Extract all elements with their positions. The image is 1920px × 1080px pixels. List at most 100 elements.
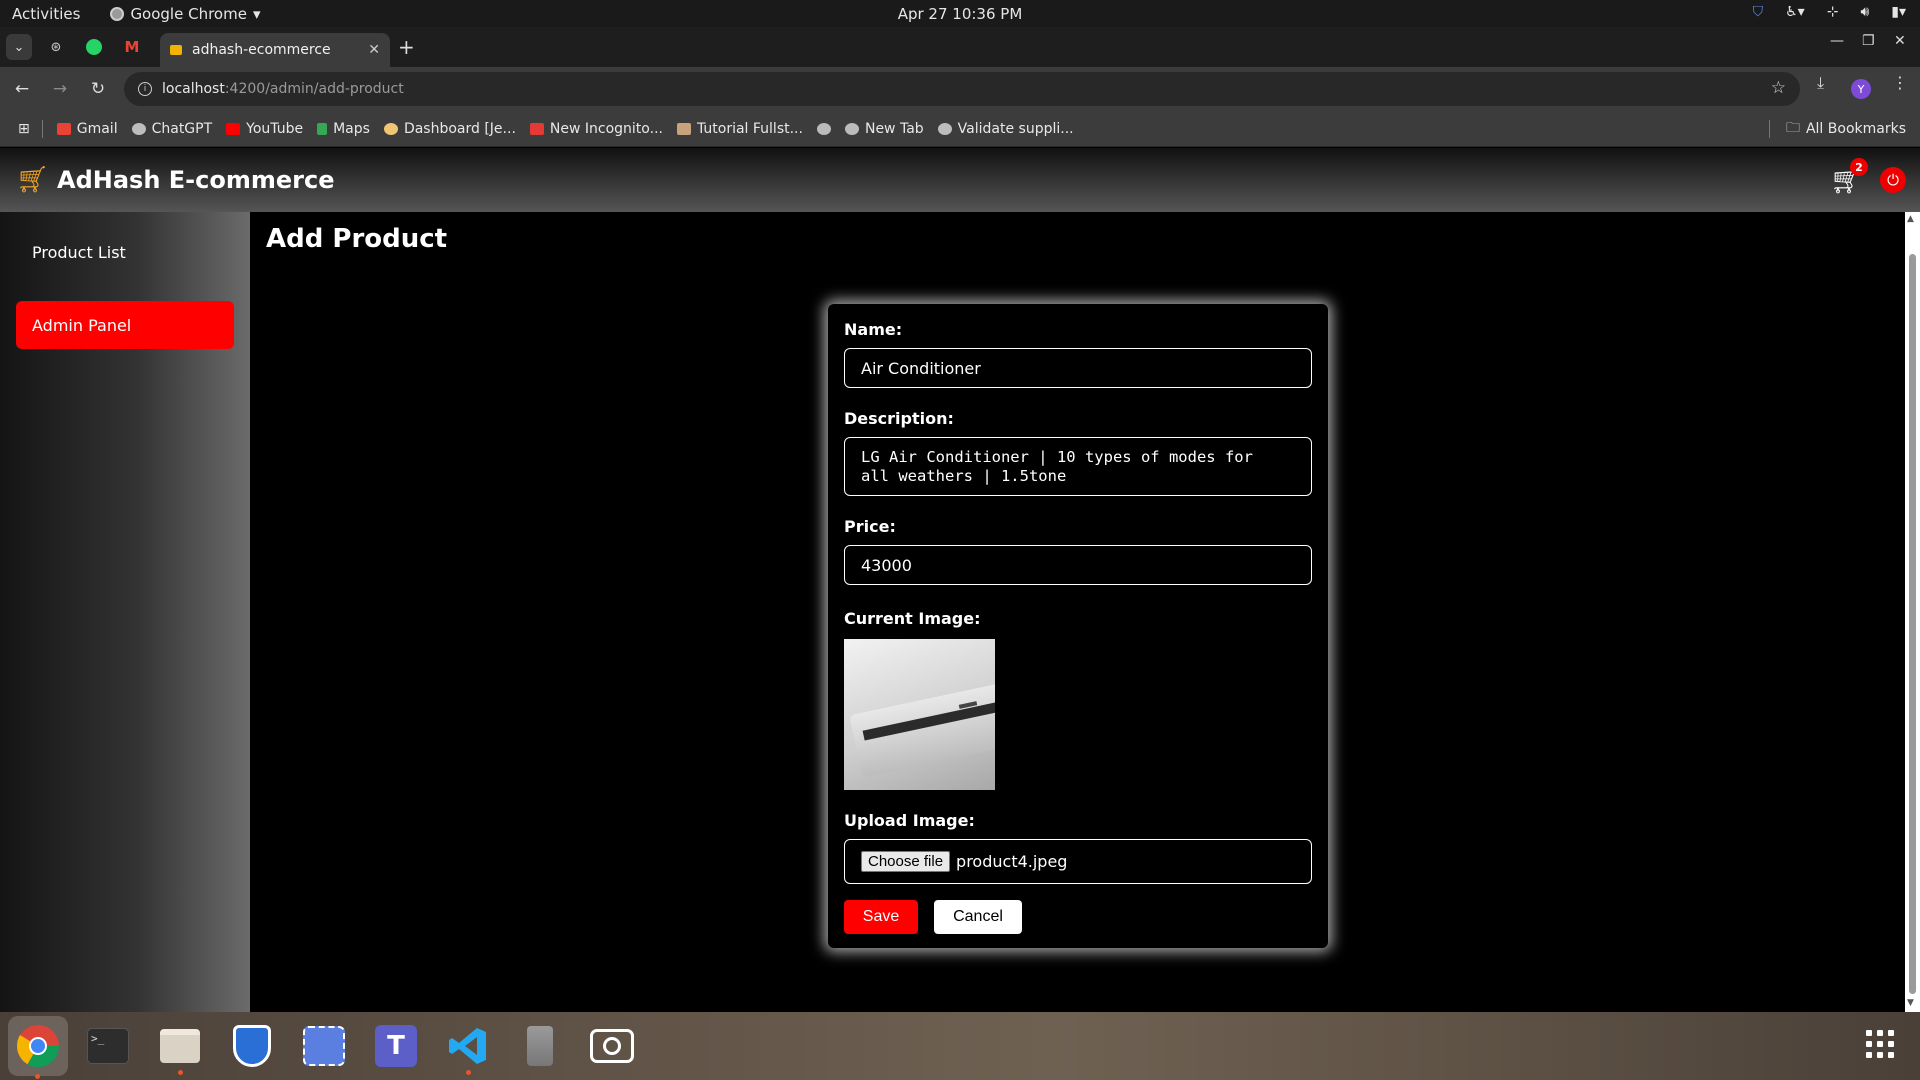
close-tab-icon[interactable]: ✕ xyxy=(368,42,380,58)
price-label: Price: xyxy=(844,517,896,536)
site-info-icon[interactable]: i xyxy=(138,82,152,96)
app-header: 🛒︎ AdHash E-commerce 🛒︎ xyxy=(0,148,1920,212)
bookmark-gmail[interactable]: Gmail xyxy=(56,121,118,137)
vscode-icon xyxy=(449,1028,486,1064)
chrome-icon xyxy=(16,1025,60,1068)
name-label: Name: xyxy=(844,320,903,339)
dock-vscode[interactable] xyxy=(442,1020,494,1075)
address-bar[interactable]: i localhost:4200/admin/add-product ☆ xyxy=(124,72,1800,106)
downloads-icon[interactable]: ⤓ xyxy=(1817,73,1824,93)
tab-favicon xyxy=(170,45,182,55)
scroll-up-icon[interactable]: ▲ xyxy=(1907,214,1914,224)
device-icon xyxy=(527,1026,553,1066)
dock-camera[interactable] xyxy=(586,1020,638,1072)
add-product-form: Name: Air Conditioner Description: LG Ai… xyxy=(828,304,1328,948)
save-button[interactable]: Save xyxy=(844,900,918,934)
sidebar-item-product-list[interactable]: Product List xyxy=(16,228,234,276)
whatsapp-icon xyxy=(86,39,102,55)
bookmark-maps[interactable]: Maps xyxy=(317,121,370,137)
show-apps-icon[interactable] xyxy=(1866,1030,1894,1058)
dock-device[interactable] xyxy=(514,1020,566,1072)
chrome-menu-icon[interactable]: ⋮ xyxy=(1892,73,1908,92)
system-top-bar: Activities Google Chrome ▾ Apr 27 10:36 … xyxy=(0,0,1920,27)
tab-search-button[interactable]: ⌄ xyxy=(6,34,32,60)
main-content: Add Product Name: Air Conditioner Descri… xyxy=(250,212,1905,1012)
pinned-tab-gmail[interactable]: M xyxy=(118,33,146,61)
bookmark-new-incognito[interactable]: New Incognito... xyxy=(529,121,663,137)
tab-title: adhash-ecommerce xyxy=(192,42,331,58)
dock-chrome[interactable] xyxy=(8,1016,68,1079)
files-icon xyxy=(160,1029,200,1063)
pinned-tab-whatsapp[interactable] xyxy=(80,33,108,61)
bookmark-validate[interactable]: Validate suppli... xyxy=(937,121,1074,137)
activities-button[interactable]: Activities xyxy=(12,5,80,23)
dock-terminal[interactable]: >_ xyxy=(82,1020,134,1072)
sidebar-item-admin-panel[interactable]: Admin Panel xyxy=(16,301,234,349)
folder-icon: 🗀 xyxy=(1785,119,1800,136)
bookmark-tutorial[interactable]: Tutorial Fullst... xyxy=(676,121,803,137)
choose-file-button[interactable]: Choose file xyxy=(861,851,951,872)
bookmark-globe[interactable] xyxy=(816,122,831,135)
price-field[interactable]: 43000 xyxy=(844,545,1312,585)
globe-icon xyxy=(844,122,859,135)
accessibility-icon[interactable]: ♿▾ xyxy=(1785,4,1805,20)
file-upload-field[interactable]: Choose file product4.jpeg xyxy=(844,839,1312,884)
dock-teams[interactable]: T xyxy=(370,1020,422,1072)
bookmark-youtube[interactable]: YouTube xyxy=(226,121,303,137)
dock-screenshot-tool[interactable] xyxy=(298,1020,350,1072)
bookmark-new-tab[interactable]: New Tab xyxy=(844,121,924,137)
form-actions: Save Cancel xyxy=(844,900,1312,934)
bookmark-star-icon[interactable]: ☆ xyxy=(1771,78,1786,98)
chatgpt-icon xyxy=(131,122,146,135)
name-field[interactable]: Air Conditioner xyxy=(844,348,1312,388)
profile-avatar[interactable]: Y xyxy=(1851,79,1871,99)
scrollbar-thumb[interactable] xyxy=(1909,254,1916,994)
gmail-icon xyxy=(56,122,71,135)
bookmark-chatgpt[interactable]: ChatGPT xyxy=(131,121,212,137)
url-host: localhost xyxy=(162,81,225,97)
shield-tray-icon[interactable]: ⛉ xyxy=(1753,4,1764,20)
chrome-small-icon xyxy=(110,6,125,21)
running-indicator xyxy=(466,1070,471,1075)
chatgpt-icon xyxy=(937,122,952,135)
description-field[interactable]: LG Air Conditioner | 10 types of modes f… xyxy=(844,437,1312,496)
maps-icon xyxy=(317,122,328,135)
battery-icon[interactable]: ▮▾ xyxy=(1891,4,1906,20)
dock-bitwarden[interactable] xyxy=(226,1020,278,1072)
running-indicator xyxy=(35,1074,40,1079)
restore-button[interactable]: ❐ xyxy=(1862,33,1875,49)
network-icon[interactable]: ⊹ xyxy=(1827,4,1839,20)
clock[interactable]: Apr 27 10:36 PM xyxy=(0,5,1920,23)
shopping-cart-logo-icon: 🛒︎ xyxy=(16,165,50,195)
logout-icon[interactable]: ⏻ xyxy=(1880,167,1906,193)
scroll-down-icon[interactable]: ▼ xyxy=(1907,998,1914,1008)
volume-icon[interactable]: 🔊︎ xyxy=(1860,4,1869,20)
close-window-button[interactable]: ✕ xyxy=(1894,33,1906,49)
new-tab-button[interactable]: + xyxy=(398,35,415,59)
forward-button[interactable]: → xyxy=(44,73,76,105)
tutorial-icon xyxy=(676,122,691,135)
tab-strip: ⌄ ⊛ M adhash-ecommerce ✕ + — ❐ ✕ xyxy=(0,27,1920,67)
app-menu[interactable]: Google Chrome ▾ xyxy=(110,5,260,23)
youtube-icon xyxy=(226,122,241,135)
all-bookmarks-button[interactable]: 🗀 All Bookmarks xyxy=(1768,117,1906,141)
minimize-button[interactable]: — xyxy=(1830,33,1844,49)
apps-grid-icon[interactable]: ⊞ xyxy=(18,121,30,137)
taskbar-dock: >_ T xyxy=(0,1012,1920,1080)
back-button[interactable]: ← xyxy=(6,73,38,105)
current-image-label: Current Image: xyxy=(844,609,981,628)
bookmarks-bar: ⊞ Gmail ChatGPT YouTube Maps Dashboard [… xyxy=(0,111,1920,147)
current-product-image xyxy=(844,639,995,790)
page-title: Add Product xyxy=(266,224,448,254)
upload-image-label: Upload Image: xyxy=(844,811,975,830)
navigation-bar: ← → ↻ i localhost:4200/admin/add-product… xyxy=(0,67,1920,111)
system-tray[interactable]: ⛉ ♿▾ ⊹ 🔊︎ ▮▾ xyxy=(1753,4,1906,20)
brand[interactable]: 🛒︎ AdHash E-commerce xyxy=(16,165,334,195)
reload-button[interactable]: ↻ xyxy=(82,73,114,105)
description-label: Description: xyxy=(844,409,954,428)
pinned-tab-chatgpt[interactable]: ⊛ xyxy=(42,33,70,61)
bookmark-dashboard[interactable]: Dashboard [Je... xyxy=(383,121,516,137)
dock-files[interactable] xyxy=(154,1020,206,1075)
cancel-button[interactable]: Cancel xyxy=(934,900,1022,934)
active-tab[interactable]: adhash-ecommerce ✕ xyxy=(160,33,390,67)
